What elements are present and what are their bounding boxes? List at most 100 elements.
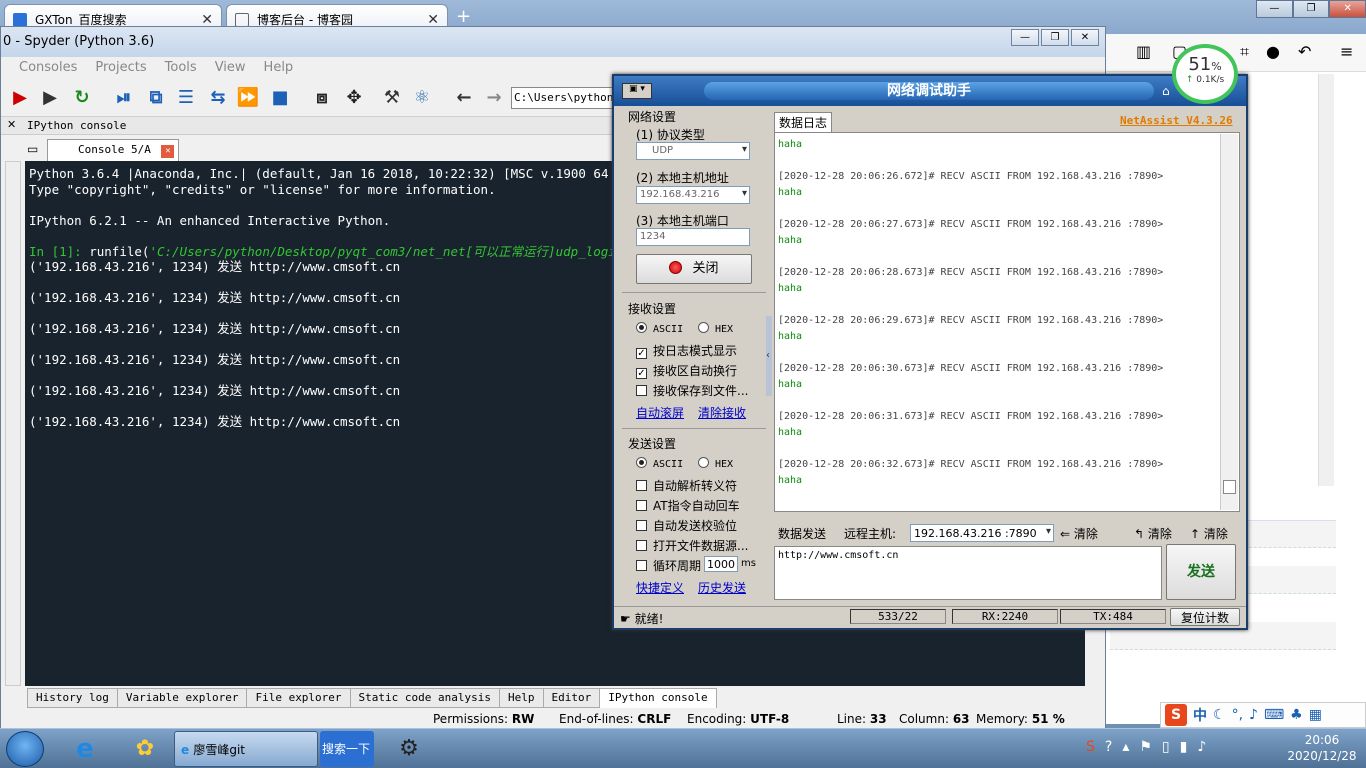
browser-scrollbar[interactable] <box>1318 74 1334 486</box>
left-scrollbar[interactable] <box>5 161 21 686</box>
menu-projects[interactable]: Projects <box>95 60 146 76</box>
mic-icon[interactable]: ♪ <box>1249 707 1258 723</box>
app-menu-icon[interactable]: ▣ ▾ <box>622 83 652 99</box>
clock[interactable]: 20:06 2020/12/28 <box>1280 732 1364 764</box>
task-liaoxuefeng[interactable]: e 廖雪峰git <box>174 731 318 767</box>
send-escape-checkbox[interactable]: 自动解析转义符 <box>636 477 737 494</box>
restore-button[interactable]: ❐ <box>1041 29 1069 46</box>
start-button[interactable] <box>6 731 44 767</box>
chat-icon[interactable]: ● <box>1266 42 1280 61</box>
run-file-icon[interactable]: ▶ <box>7 85 33 111</box>
clear-recv-link[interactable]: 清除接收 <box>698 404 746 421</box>
log-scrollbar[interactable] <box>1220 134 1238 510</box>
task-search[interactable]: 搜索一下 <box>320 731 374 767</box>
stop-icon[interactable]: ■ <box>267 85 293 111</box>
menu-consoles[interactable]: Consoles <box>19 60 77 76</box>
send-at-checkbox[interactable]: AT指令自动回车 <box>636 497 740 514</box>
collapse-arrow-icon[interactable]: ‹ <box>766 316 772 396</box>
host-select[interactable]: 192.168.43.216 <box>636 186 750 204</box>
forward-arrow-icon[interactable]: → <box>481 85 507 111</box>
device-icon[interactable]: ▯ <box>1162 739 1170 755</box>
protocol-select[interactable]: UDP <box>636 142 750 160</box>
network-app-icon[interactable]: ⚙ <box>384 731 434 767</box>
back-arrow-icon[interactable]: ← <box>451 85 477 111</box>
menu-icon[interactable]: ≡ <box>1340 42 1353 61</box>
send-button[interactable]: 发送 <box>1166 544 1236 600</box>
folder-icon[interactable]: ▭ <box>27 142 38 156</box>
step-into-icon[interactable]: ☰ <box>173 85 199 111</box>
tab-variable-explorer[interactable]: Variable explorer <box>116 688 248 708</box>
tab-editor[interactable]: Editor <box>542 688 601 708</box>
library-icon[interactable]: ▥ <box>1136 42 1151 61</box>
tab-history-log[interactable]: History log <box>27 688 118 708</box>
tab-static-code-analysis[interactable]: Static code analysis <box>349 688 500 708</box>
send-input[interactable]: http://www.cmsoft.cn <box>774 546 1162 600</box>
close-connection-button[interactable]: 关闭 <box>636 254 752 284</box>
close-icon[interactable]: ✕ <box>161 145 175 158</box>
skin-icon[interactable]: ♣ <box>1290 707 1303 723</box>
continue-icon[interactable]: ⏩ <box>235 85 261 111</box>
send-checksum-checkbox[interactable]: 自动发送校验位 <box>636 517 737 534</box>
recv-autowrap-checkbox[interactable]: ✓ 接收区自动换行 <box>636 362 737 379</box>
sogou-tray-icon[interactable]: S <box>1086 739 1095 755</box>
rerun-icon[interactable]: ↻ <box>69 85 95 111</box>
wrench-icon[interactable]: ⚒ <box>379 85 405 111</box>
loop-period-input[interactable]: 1000 <box>704 556 738 572</box>
menu-help[interactable]: Help <box>264 60 294 76</box>
working-directory-input[interactable]: C:\Users\python\ <box>511 87 621 109</box>
tab-console[interactable]: Console 5/A ✕ <box>47 139 180 161</box>
signal-icon[interactable]: ▮ <box>1180 739 1188 755</box>
shortcut-link[interactable]: 快捷定义 <box>636 579 684 596</box>
help-icon[interactable]: ? <box>1105 739 1112 755</box>
version-link[interactable]: NetAssist V4.3.26 <box>1120 114 1233 127</box>
clear-remote-button[interactable]: ⇐ 清除 <box>1060 525 1098 542</box>
send-file-checkbox[interactable]: 打开文件数据源... <box>636 537 748 554</box>
auto-scroll-link[interactable]: 自动滚屏 <box>636 404 684 421</box>
debug-icon[interactable]: ⏯ <box>111 85 137 111</box>
menu-view[interactable]: View <box>215 60 246 76</box>
tab-ipython-console[interactable]: IPython console <box>599 688 717 708</box>
pin-icon[interactable]: ⌂ <box>1162 84 1170 98</box>
close-button[interactable]: ✕ <box>1329 0 1366 18</box>
recv-log-mode-checkbox[interactable]: ✓ 按日志模式显示 <box>636 342 737 359</box>
send-ascii-radio[interactable]: ASCII <box>636 457 683 470</box>
clear-send-button[interactable]: ↑ 清除 <box>1190 525 1228 542</box>
close-button[interactable]: ✕ <box>1071 29 1099 46</box>
pane-close-icon[interactable]: ✕ <box>7 118 16 131</box>
fullscreen-icon[interactable]: ✥ <box>341 85 367 111</box>
scroll-thumb[interactable] <box>1223 480 1236 494</box>
show-hidden-icon[interactable]: ▴ <box>1122 739 1129 755</box>
clear-log-button[interactable]: ↰ 清除 <box>1134 525 1172 542</box>
recv-hex-radio[interactable]: HEX <box>698 322 733 335</box>
tab-help[interactable]: Help <box>499 688 544 708</box>
ime-mode[interactable]: 中 <box>1193 705 1207 725</box>
flag-icon[interactable]: ⚑ <box>1139 739 1152 755</box>
remote-host-select[interactable]: 192.168.43.216 :7890 <box>910 524 1054 542</box>
app-icon[interactable]: ✿ <box>120 731 170 767</box>
punct-icon[interactable]: °, <box>1232 707 1243 723</box>
tab-data-log[interactable]: 数据日志 <box>774 112 833 132</box>
volume-icon[interactable]: ♪ <box>1197 739 1206 755</box>
tab-data-send[interactable]: 数据发送 <box>778 525 826 542</box>
ie-icon[interactable]: e <box>60 731 110 767</box>
menu-tools[interactable]: Tools <box>165 60 197 76</box>
new-tab-button[interactable]: + <box>456 6 471 27</box>
send-hex-radio[interactable]: HEX <box>698 457 733 470</box>
tab-file-explorer[interactable]: File explorer <box>246 688 351 708</box>
tools-icon[interactable]: ▦ <box>1309 707 1322 723</box>
reset-counter-button[interactable]: 复位计数 <box>1170 608 1240 626</box>
minimize-button[interactable]: — <box>1011 29 1039 46</box>
step-return-icon[interactable]: ⇆ <box>205 85 231 111</box>
recv-save-file-checkbox[interactable]: 接收保存到文件... <box>636 382 748 399</box>
data-log-area[interactable]: haha [2020-12-28 20:06:26.672]# RECV ASC… <box>774 132 1240 512</box>
sogou-icon[interactable]: S <box>1165 704 1187 726</box>
moon-icon[interactable]: ☾ <box>1213 707 1226 723</box>
history-link[interactable]: 历史发送 <box>698 579 746 596</box>
network-speed-widget[interactable]: 51% ↑ 0.1K/s <box>1172 44 1238 104</box>
recv-ascii-radio[interactable]: ASCII <box>636 322 683 335</box>
minimize-button[interactable]: — <box>1256 0 1293 18</box>
python-path-icon[interactable]: ⚛ <box>409 85 435 111</box>
port-input[interactable]: 1234 <box>636 228 750 246</box>
undo-icon[interactable]: ↶ <box>1298 42 1311 61</box>
crop-icon[interactable]: ⌗ <box>1240 42 1249 62</box>
